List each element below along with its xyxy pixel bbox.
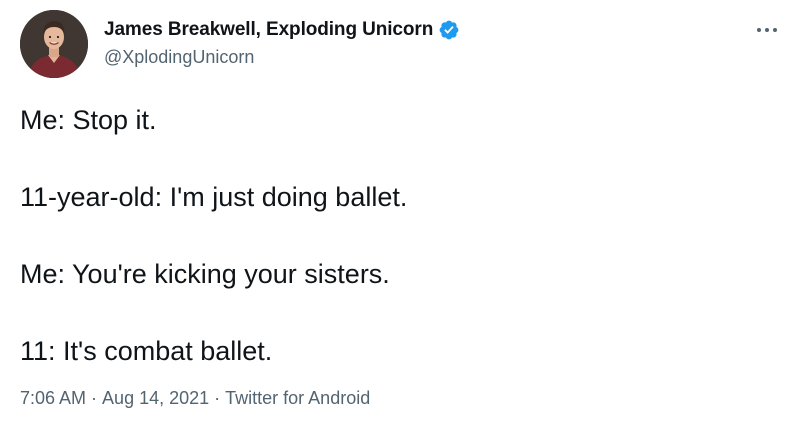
author-block: James Breakwell, Exploding Unicorn @Xplo… <box>104 18 460 68</box>
display-name[interactable]: James Breakwell, Exploding Unicorn <box>104 19 433 41</box>
avatar[interactable] <box>20 10 88 78</box>
tweet-line: 11: It's combat ballet. <box>20 336 273 366</box>
tweet: James Breakwell, Exploding Unicorn @Xplo… <box>0 0 800 434</box>
name-row: James Breakwell, Exploding Unicorn <box>104 18 460 42</box>
meta-separator: · <box>86 388 103 408</box>
avatar-photo <box>20 10 88 78</box>
tweet-line: 11-year-old: I'm just doing ballet. <box>20 182 408 212</box>
tweet-line: Me: You're kicking your sisters. <box>20 259 390 289</box>
handle[interactable]: @XplodingUnicorn <box>104 47 460 68</box>
tweet-text: Me: Stop it. 11-year-old: I'm just doing… <box>20 103 780 369</box>
verified-badge-icon <box>438 19 460 41</box>
tweet-time[interactable]: 7:06 AM <box>20 388 86 409</box>
more-options-icon[interactable] <box>754 22 780 38</box>
tweet-source[interactable]: Twitter for Android <box>225 388 370 409</box>
meta-separator: · <box>209 388 226 408</box>
tweet-meta: 7:06 AM · Aug 14, 2021 · Twitter for And… <box>20 388 370 409</box>
tweet-line: Me: Stop it. <box>20 105 157 135</box>
tweet-date[interactable]: Aug 14, 2021 <box>102 388 209 409</box>
